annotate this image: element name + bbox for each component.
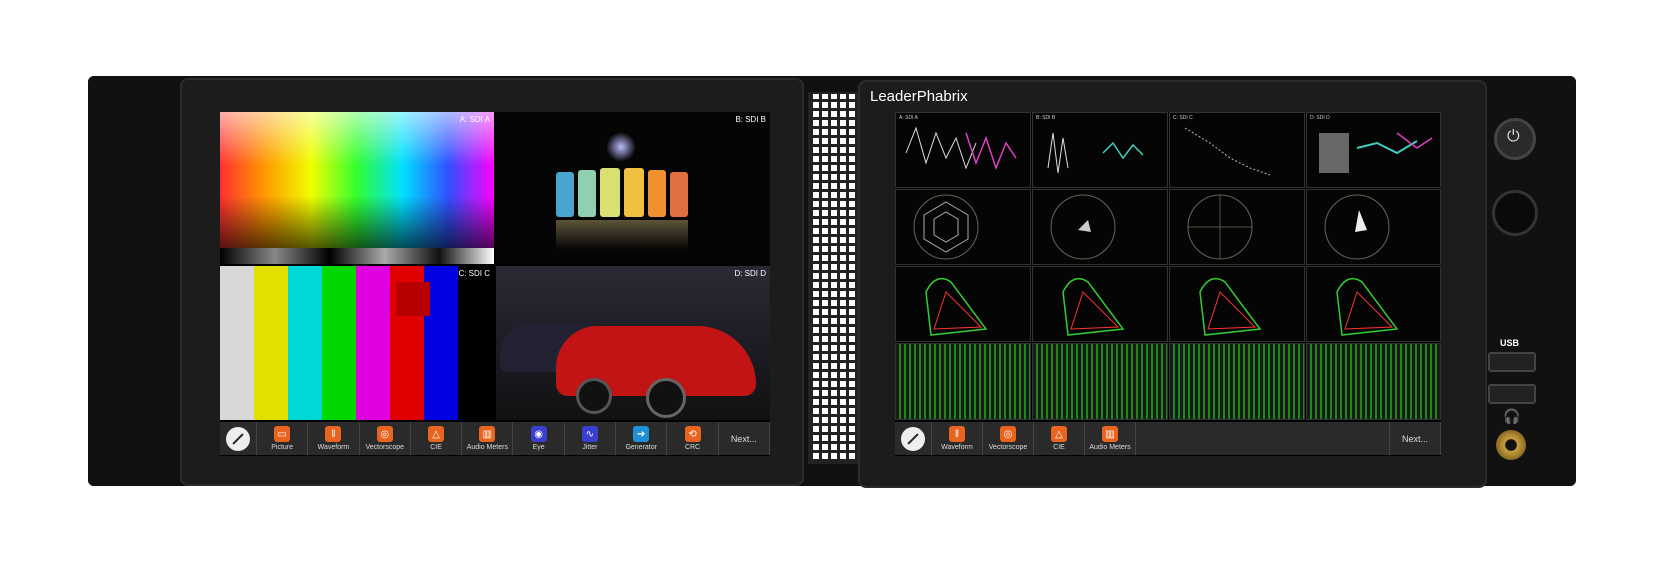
toolbar-label: Picture <box>271 444 294 451</box>
vectorscope-cell-d <box>1306 189 1441 265</box>
toolbar-picture[interactable]: ▭ Picture <box>257 422 309 455</box>
toolbar-label: Vectorscope <box>365 444 404 451</box>
toolbar-eye[interactable]: ◉ Eye <box>513 422 565 455</box>
home-logo-button[interactable] <box>895 422 932 455</box>
cell-label: B: SDI B <box>1036 115 1056 121</box>
vectorscope-cell-c <box>1169 189 1305 265</box>
waveform-icon: ǁ <box>325 426 342 442</box>
left-toolbar: ▭ Picture ǁ Waveform ◎ Vectorscope △ CIE ▥ Au… <box>220 422 770 455</box>
toolbar-jitter[interactable]: ∿ Jitter <box>565 422 617 455</box>
power-icon: ⏻ <box>1507 128 1520 145</box>
vectorscope-icon: ◎ <box>1000 426 1016 442</box>
toolbar-label: Waveform <box>317 444 350 451</box>
audio-meters-icon: ▥ <box>1102 426 1118 442</box>
toolbar-label: Waveform <box>941 444 973 451</box>
left-screen: A: SDI A B: SDI B C: SDI C D: SDI D ▭ Pi… <box>220 112 770 456</box>
toolbar-waveform[interactable]: ǁ Waveform <box>932 422 983 455</box>
cie-cell-d <box>1306 266 1441 342</box>
waveform-cell-c: C: SDI C <box>1169 112 1305 188</box>
toolbar-next-button[interactable]: Next... <box>1390 422 1441 455</box>
quad-a-label: A: SDI A <box>459 115 490 124</box>
waveform-cell-d: D: SDI D <box>1306 112 1441 188</box>
audio-meters-cell-c <box>1169 343 1305 420</box>
usb-label: USB <box>1500 338 1520 348</box>
usb-port-2 <box>1488 384 1536 404</box>
usb-port-1 <box>1488 352 1536 372</box>
cie-cell-c <box>1169 266 1305 342</box>
audio-meters-cell-a <box>895 343 1031 420</box>
headphone-icon: 🎧 <box>1503 408 1521 424</box>
vectorscope-icon: ◎ <box>376 426 393 442</box>
crc-icon: ⟲ <box>684 426 701 442</box>
vent-grille <box>808 92 858 464</box>
cars-image <box>496 286 770 420</box>
eye-icon: ◉ <box>530 426 547 442</box>
vectorscope-cell-a <box>895 189 1031 265</box>
quad-d-label: D: SDI D <box>734 269 766 278</box>
toolbar-label: Jitter <box>582 444 598 451</box>
toolbar-vectorscope[interactable]: ◎ Vectorscope <box>983 422 1034 455</box>
toolbar-crc[interactable]: ⟲ CRC <box>667 422 719 455</box>
toolbar-label: Eye <box>532 444 545 451</box>
cell-label: A: SDI A <box>899 115 918 121</box>
cie-icon: △ <box>428 426 445 442</box>
toolbar-label: Generator <box>625 444 657 451</box>
audio-meters-cell-d <box>1306 343 1441 420</box>
waveform-icon: ǁ <box>949 426 965 442</box>
toolbar-label: Audio Meters <box>1089 444 1131 451</box>
cie-icon: △ <box>1051 426 1067 442</box>
toolbar-cie[interactable]: △ CIE <box>1034 422 1085 455</box>
home-logo-button[interactable] <box>220 422 257 455</box>
generator-icon: ➔ <box>633 426 650 442</box>
cell-label: D: SDI D <box>1310 115 1330 121</box>
cell-label: C: SDI C <box>1173 115 1193 121</box>
toolbar-label: CIE <box>1053 444 1065 451</box>
headphone-jack[interactable] <box>1496 430 1526 460</box>
right-screen: A: SDI A B: SDI B C: SDI C D: SDI D ǁ Wav… <box>895 112 1441 456</box>
toolbar-audio-meters[interactable]: ▥ Audio Meters <box>462 422 514 455</box>
toolbar-label: Audio Meters <box>466 444 508 451</box>
quad-d: D: SDI D <box>496 266 770 420</box>
picture-icon: ▭ <box>274 426 291 442</box>
audio-meters-cell-b <box>1032 343 1168 420</box>
jitter-icon: ∿ <box>581 426 598 442</box>
waveform-cell-a: A: SDI A <box>895 112 1031 188</box>
waveform-cell-b: B: SDI B <box>1032 112 1168 188</box>
toolbar-label: CRC <box>684 444 701 451</box>
toolbar-label: Next... <box>1401 433 1428 444</box>
toolbar-next-button[interactable]: Next... <box>719 422 770 455</box>
rotary-knob[interactable] <box>1492 190 1538 236</box>
power-button[interactable]: ⏻ <box>1494 118 1536 160</box>
phabrix-logo-icon <box>226 426 250 451</box>
brand-logo: LeaderPhabrix <box>870 88 968 105</box>
toolbar-label: Next... <box>730 433 757 444</box>
cie-cell-a <box>895 266 1031 342</box>
toolbar-cie[interactable]: △ CIE <box>411 422 463 455</box>
quad-a: A: SDI A <box>220 112 494 264</box>
quad-c-label: C: SDI C <box>458 269 490 278</box>
audio-meters-icon: ▥ <box>479 426 496 442</box>
toolbar-label: CIE <box>430 444 442 451</box>
toolbar-label: Vectorscope <box>988 444 1028 451</box>
toolbar-vectorscope[interactable]: ◎ Vectorscope <box>360 422 411 455</box>
vectorscope-cell-b <box>1032 189 1168 265</box>
phabrix-logo-icon <box>901 426 925 451</box>
quad-b-label: B: SDI B <box>735 115 766 124</box>
right-toolbar: ǁ Waveform ◎ Vectorscope △ CIE ▥ Audio Meter… <box>895 422 1441 455</box>
toolbar-generator[interactable]: ➔ Generator <box>616 422 668 455</box>
toolbar-waveform[interactable]: ǁ Waveform <box>308 422 360 455</box>
bottles-image <box>556 132 716 252</box>
toolbar-audio-meters[interactable]: ▥ Audio Meters <box>1085 422 1136 455</box>
quad-b: B: SDI B <box>496 112 770 264</box>
quad-c: C: SDI C <box>220 266 494 420</box>
cie-cell-b <box>1032 266 1168 342</box>
